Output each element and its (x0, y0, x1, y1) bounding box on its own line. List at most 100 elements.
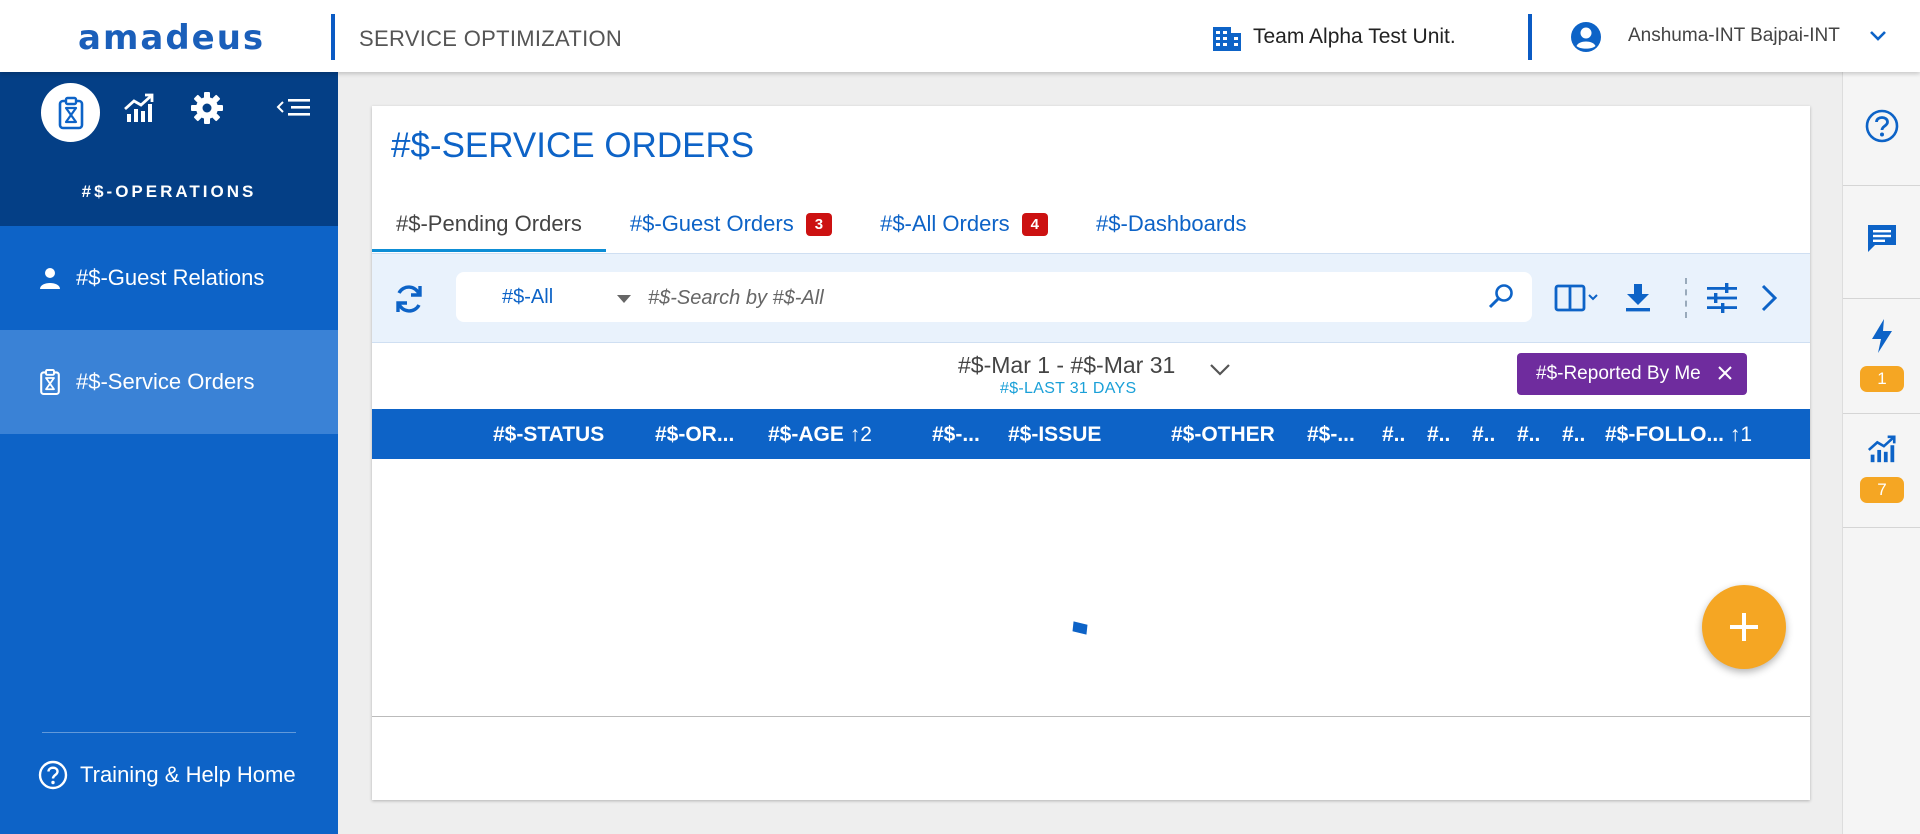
refresh-icon[interactable] (392, 282, 426, 316)
filter-chip-label: #$-Reported By Me (1536, 363, 1701, 384)
column-header[interactable]: #$-ISSUE (1008, 423, 1101, 447)
rail-divider (1843, 527, 1920, 528)
amadeus-logo: amadeus (78, 18, 266, 58)
expand-panel-button[interactable] (1757, 280, 1781, 316)
close-icon[interactable] (1717, 365, 1733, 381)
download-icon (1626, 284, 1650, 312)
table-divider (372, 716, 1810, 717)
sidebar-item-guest-relations[interactable]: #$-Guest Relations (0, 226, 338, 330)
loading-spinner (1072, 621, 1088, 635)
column-header[interactable]: #.. (1517, 423, 1540, 447)
chevron-down-icon[interactable] (1868, 28, 1888, 44)
column-header[interactable]: #.. (1427, 423, 1450, 447)
count-badge: 1 (1860, 366, 1904, 392)
account-circle-icon[interactable] (1570, 21, 1602, 53)
help-circle-icon (1865, 109, 1899, 143)
tab-dashboards[interactable]: #$-Dashboards (1072, 196, 1270, 252)
sidebar-item-label: #$-Service Orders (76, 369, 255, 394)
filter-settings-button[interactable] (1705, 280, 1739, 316)
count-badge: 4 (1021, 212, 1049, 236)
search-scope-select[interactable]: #$-All (502, 286, 553, 309)
rail-divider (1843, 298, 1920, 299)
header-divider-right (1528, 14, 1532, 60)
column-header[interactable]: #.. (1562, 423, 1585, 447)
rail-help-button[interactable] (1843, 109, 1920, 143)
trending-chart-icon (1867, 435, 1896, 463)
tab-label: #$-Pending Orders (396, 211, 582, 236)
lightning-icon (1872, 319, 1892, 353)
columns-icon (1554, 284, 1598, 312)
column-header[interactable]: #$-OTHER (1171, 423, 1275, 447)
sidebar-item-service-orders[interactable]: #$-Service Orders (0, 330, 338, 434)
count-badge: 3 (805, 212, 833, 236)
service-orders-panel: #$-SERVICE ORDERS #$-Pending Orders #$-G… (372, 106, 1810, 800)
date-range-subtitle: #$-LAST 31 DAYS (1000, 380, 1137, 397)
tab-all-orders[interactable]: #$-All Orders 4 (856, 196, 1072, 252)
user-menu[interactable]: Anshuma-INT Bajpai-INT (1628, 25, 1840, 47)
help-home-label: Training & Help Home (80, 762, 296, 787)
caret-down-icon[interactable] (616, 294, 632, 304)
column-header[interactable]: #$-FOLLO... ↑1 (1605, 423, 1752, 447)
trending-chart-icon (124, 93, 154, 122)
sidebar-divider (42, 732, 296, 733)
sort-indicator: ↑2 (849, 423, 872, 446)
training-help-home-link[interactable]: Training & Help Home (38, 760, 296, 790)
column-header[interactable]: #$-AGE ↑2 (768, 423, 872, 447)
clipboard-hourglass-icon (36, 367, 64, 397)
top-header: amadeus SERVICE OPTIMIZATION Team Alpha … (0, 0, 1920, 72)
column-header[interactable]: #$-STATUS (493, 423, 604, 447)
search-input[interactable] (648, 285, 1448, 311)
help-circle-icon (38, 760, 68, 790)
hotel-selector[interactable]: Team Alpha Test Unit. (1253, 25, 1456, 49)
rail-divider (1843, 185, 1920, 186)
count-badge: 7 (1860, 477, 1904, 503)
tab-guest-orders[interactable]: #$-Guest Orders 3 (606, 196, 856, 252)
page-title: #$-SERVICE ORDERS (391, 126, 755, 165)
rail-alerts-button[interactable]: 1 (1843, 318, 1920, 392)
sidebar-section-title: #$-OPERATIONS (81, 182, 257, 201)
right-rail: 1 7 (1842, 72, 1920, 834)
chevron-right-icon (1761, 284, 1778, 312)
toolbar: #$-All (372, 253, 1810, 343)
toolbar-separator (1685, 278, 1687, 318)
column-header[interactable]: #$-... (932, 423, 980, 447)
tab-pending-orders[interactable]: #$-Pending Orders (372, 196, 606, 252)
plus-icon (1730, 613, 1758, 641)
collapse-menu-icon (276, 99, 310, 116)
app-title: SERVICE OPTIMIZATION (359, 26, 623, 51)
rail-analytics-button[interactable]: 7 (1843, 433, 1920, 503)
sort-indicator: ↑1 (1729, 423, 1753, 446)
building-icon (1213, 27, 1241, 51)
sidebar-item-label: #$-Guest Relations (76, 265, 265, 290)
header-divider (331, 14, 335, 60)
rail-messages-button[interactable] (1843, 222, 1920, 254)
order-tabs: #$-Pending Orders #$-Guest Orders 3 #$-A… (372, 196, 1270, 252)
search-bar: #$-All (456, 272, 1532, 322)
sidebar: #$-OPERATIONS #$-Guest Relations #$-Serv… (0, 72, 338, 834)
module-analytics-button[interactable] (121, 90, 157, 126)
module-operations-button[interactable] (41, 83, 100, 142)
person-icon (36, 263, 64, 293)
clipboard-hourglass-icon (58, 96, 83, 129)
tab-label: #$-All Orders (880, 211, 1010, 236)
column-header[interactable]: #$-OR... (655, 423, 734, 447)
module-settings-button[interactable] (189, 90, 225, 126)
rail-divider (1843, 413, 1920, 414)
add-order-button[interactable] (1702, 585, 1786, 669)
chat-icon (1868, 225, 1896, 252)
tune-sliders-icon (1707, 283, 1737, 313)
chevron-down-icon[interactable] (1208, 362, 1232, 378)
table-header: #$-STATUS #$-OR... #$-AGE ↑2 #$-... #$-I… (372, 409, 1810, 459)
gear-icon (191, 92, 223, 124)
column-header[interactable]: #.. (1472, 423, 1495, 447)
column-header[interactable]: #$-... (1307, 423, 1355, 447)
column-chooser-button[interactable] (1554, 280, 1602, 316)
column-header[interactable]: #.. (1382, 423, 1405, 447)
download-button[interactable] (1623, 280, 1653, 316)
collapse-sidebar-button[interactable] (276, 90, 312, 126)
filter-chip-reported-by-me: #$-Reported By Me (1517, 353, 1747, 395)
tab-label: #$-Dashboards (1096, 211, 1247, 236)
search-icon[interactable] (1486, 282, 1516, 312)
date-range-selector[interactable]: #$-Mar 1 - #$-Mar 31 (958, 352, 1175, 379)
module-switcher: #$-OPERATIONS (0, 72, 338, 226)
